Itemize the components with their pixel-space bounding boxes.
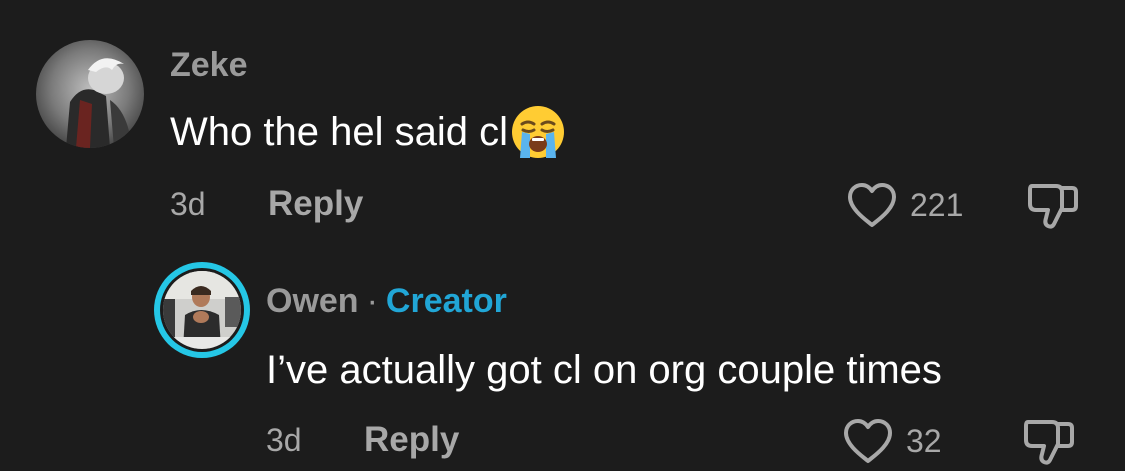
heart-icon[interactable] (842, 417, 894, 465)
reply-timestamp: 3d (266, 422, 302, 458)
thumbs-down-icon[interactable] (1026, 180, 1080, 230)
username-text[interactable]: Owen (266, 282, 359, 320)
comment-timestamp: 3d (170, 186, 206, 222)
comment-item: Zeke Who the hel said cl 3d Reply 221 (0, 0, 1125, 240)
dislike-button[interactable] (1026, 180, 1080, 235)
like-button[interactable]: 32 (842, 416, 942, 466)
dislike-button[interactable] (1022, 416, 1076, 471)
comment-text: Who the hel said cl (170, 104, 566, 160)
thumbs-down-icon[interactable] (1022, 416, 1076, 466)
comment-body: Who the hel said cl (170, 109, 508, 154)
loudly-crying-face-icon (511, 106, 564, 158)
avatar[interactable] (160, 268, 244, 352)
like-count: 32 (906, 422, 942, 459)
avatar-image (36, 40, 144, 148)
heart-icon[interactable] (846, 181, 898, 229)
reply-body: I’ve actually got cl on org couple times (266, 347, 942, 392)
reply-button[interactable]: Reply (268, 184, 363, 224)
reply-button[interactable]: Reply (364, 420, 459, 460)
like-button[interactable]: 221 (846, 180, 963, 230)
separator-dot: · (366, 282, 378, 320)
username-text[interactable]: Zeke (170, 46, 248, 84)
reply-username[interactable]: Owen · Creator (266, 282, 507, 321)
comment-username[interactable]: Zeke (170, 46, 248, 85)
creator-avatar-ring[interactable] (154, 262, 250, 358)
reply-text: I’ve actually got cl on org couple times (266, 342, 942, 398)
avatar-image (163, 271, 241, 349)
reply-item: Owen · Creator I’ve actually got cl on org… (0, 240, 1125, 469)
avatar[interactable] (36, 40, 144, 148)
creator-badge: Creator (385, 282, 507, 320)
like-count: 221 (910, 186, 964, 223)
